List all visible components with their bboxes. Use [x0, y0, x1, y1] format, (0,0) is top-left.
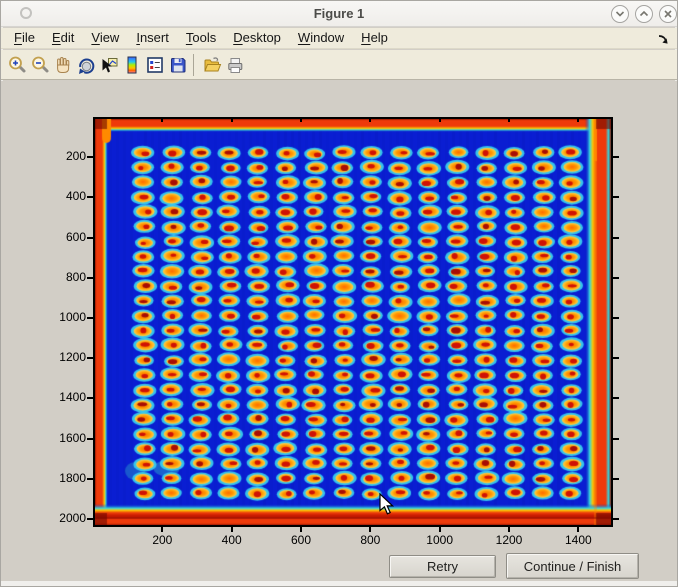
y-tick-label: 1200 [42, 351, 86, 364]
x-tick [300, 527, 302, 532]
toolbar [1, 50, 677, 80]
x-tick-inner [369, 117, 371, 122]
rotate-3d-button[interactable] [74, 53, 97, 77]
y-tick [87, 357, 93, 359]
x-tick [231, 527, 233, 532]
y-tick-inner [613, 397, 619, 399]
x-tick-label: 600 [276, 534, 326, 547]
zoom-in-button[interactable] [5, 53, 28, 77]
y-tick-label: 1800 [42, 472, 86, 485]
y-tick [87, 317, 93, 319]
microarray-image[interactable] [95, 119, 611, 525]
pan-icon [53, 55, 73, 75]
mouse-cursor [379, 493, 397, 517]
menu-desktop[interactable]: Desktop [233, 28, 281, 48]
chevron-down-icon [612, 6, 628, 22]
x-tick [439, 527, 441, 532]
insert-colorbar-button[interactable] [120, 53, 143, 77]
x-tick-label: 1200 [484, 534, 534, 547]
y-tick-inner [613, 518, 619, 520]
toolbar-separator [193, 54, 194, 76]
x-tick-inner [508, 117, 510, 122]
x-tick-inner [577, 117, 579, 122]
close-icon [660, 6, 676, 22]
dock-figure-button[interactable] [657, 32, 670, 52]
x-tick [161, 527, 163, 532]
y-tick [87, 156, 93, 158]
close-button[interactable] [659, 5, 677, 23]
y-tick-label: 1600 [42, 432, 86, 445]
retry-button[interactable]: Retry [389, 555, 496, 578]
x-tick-inner [161, 117, 163, 122]
dock-arrow-icon [657, 33, 670, 46]
y-tick-inner [613, 237, 619, 239]
zoom-out-icon [30, 55, 50, 75]
menu-view[interactable]: View [91, 28, 119, 48]
legend-icon [145, 55, 165, 75]
y-tick-label: 800 [42, 271, 86, 284]
zoom-out-button[interactable] [28, 53, 51, 77]
open-button[interactable] [200, 53, 223, 77]
menu-tools[interactable]: Tools [186, 28, 216, 48]
y-tick [87, 478, 93, 480]
menubar: File Edit View Insert Tools Desktop Window Help [1, 28, 677, 49]
window-bottom-border [1, 581, 677, 586]
y-tick [87, 397, 93, 399]
y-tick [87, 237, 93, 239]
x-tick-label: 400 [207, 534, 257, 547]
figure-window: Figure 1 File Edit View Insert Tools Desktop W… [0, 0, 678, 587]
y-tick-label: 2000 [42, 512, 86, 525]
save-icon [168, 55, 188, 75]
y-tick [87, 277, 93, 279]
window-title: Figure 1 [1, 6, 677, 21]
y-tick-inner [613, 156, 619, 158]
x-tick [508, 527, 510, 532]
y-tick [87, 196, 93, 198]
shade-button[interactable] [611, 5, 629, 23]
open-icon [202, 55, 222, 75]
x-tick-inner [300, 117, 302, 122]
x-tick-label: 1400 [553, 534, 603, 547]
x-tick-inner [231, 117, 233, 122]
chevron-up-icon [636, 6, 652, 22]
x-tick [369, 527, 371, 532]
y-tick-inner [613, 438, 619, 440]
save-button[interactable] [166, 53, 189, 77]
x-tick-label: 200 [137, 534, 187, 547]
y-tick [87, 438, 93, 440]
y-tick-label: 200 [42, 150, 86, 163]
titlebar[interactable]: Figure 1 [1, 1, 677, 27]
y-tick-label: 600 [42, 231, 86, 244]
x-tick-label: 1000 [415, 534, 465, 547]
pan-button[interactable] [51, 53, 74, 77]
x-tick-inner [439, 117, 441, 122]
y-tick-label: 1000 [42, 311, 86, 324]
menu-help[interactable]: Help [361, 28, 388, 48]
menu-edit[interactable]: Edit [52, 28, 74, 48]
menubar-items: File Edit View Insert Tools Desktop Window Help [14, 30, 405, 45]
y-tick-inner [613, 277, 619, 279]
x-tick [577, 527, 579, 532]
continue-finish-button[interactable]: Continue / Finish [506, 553, 639, 579]
rotate-3d-icon [76, 55, 96, 75]
menu-insert[interactable]: Insert [136, 28, 169, 48]
y-tick-inner [613, 357, 619, 359]
x-tick-label: 800 [345, 534, 395, 547]
insert-legend-button[interactable] [143, 53, 166, 77]
menu-window[interactable]: Window [298, 28, 344, 48]
data-cursor-icon [99, 55, 119, 75]
y-tick-label: 400 [42, 190, 86, 203]
y-tick-inner [613, 317, 619, 319]
print-icon [225, 55, 245, 75]
y-tick-inner [613, 196, 619, 198]
zoom-in-icon [7, 55, 27, 75]
colorbar-icon [122, 55, 142, 75]
y-tick-label: 1400 [42, 391, 86, 404]
menu-file[interactable]: File [14, 28, 35, 48]
print-button[interactable] [223, 53, 246, 77]
y-tick [87, 518, 93, 520]
maximize-button[interactable] [635, 5, 653, 23]
data-cursor-button[interactable] [97, 53, 120, 77]
y-tick-inner [613, 478, 619, 480]
